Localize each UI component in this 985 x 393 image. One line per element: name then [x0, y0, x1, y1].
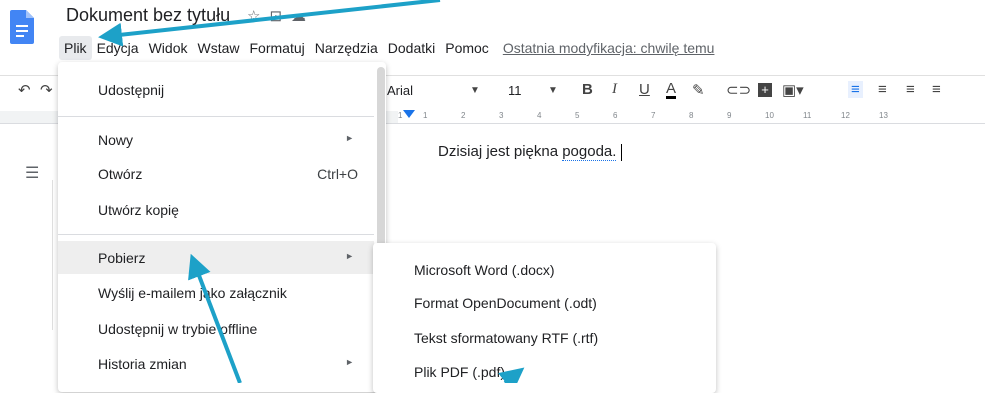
annotation-arrow-to-pobierz: [188, 253, 242, 383]
annotation-overlay: [98, 0, 525, 383]
annotation-arrow-to-pdf: [498, 367, 525, 383]
annotation-arrow-to-plik: [98, 0, 441, 47]
